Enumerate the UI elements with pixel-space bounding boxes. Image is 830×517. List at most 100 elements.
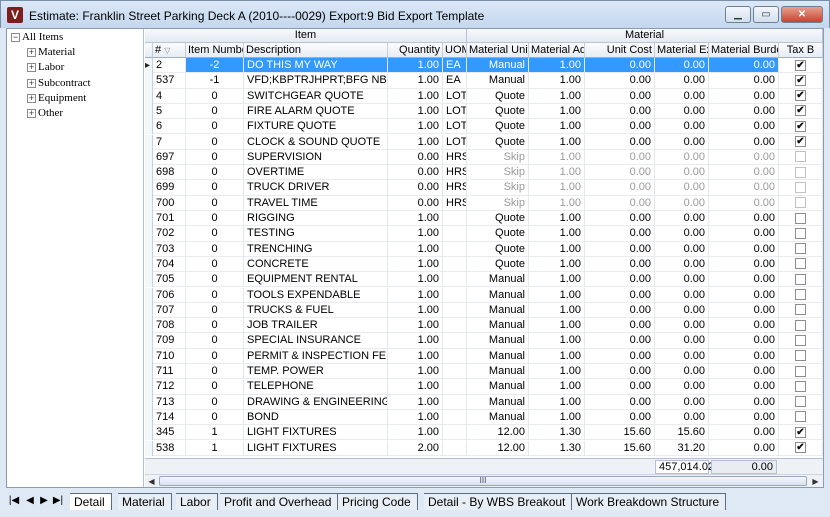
column-header-description[interactable]: Description [244,43,388,58]
cell-material-unit[interactable]: Manual [467,394,529,410]
table-row[interactable]: 709 0 SPECIAL INSURANCE 1.00 Manual 1.00 0.00 0… [145,333,823,349]
cell-uom[interactable] [443,364,467,380]
cell-material-unit[interactable]: Quote [467,211,529,227]
column-header-unit-cost[interactable]: Unit Cost [585,43,655,58]
cell-number[interactable]: 706 [153,287,186,303]
cell-material-ext[interactable]: 0.00 [655,379,709,395]
cell-material-ext[interactable]: 0.00 [655,287,709,303]
cell-material-unit[interactable]: Manual [467,379,529,395]
expand-icon[interactable]: + [27,47,36,57]
cell-description[interactable]: PERMIT & INSPECTION FEES [244,348,388,364]
cell-unit-cost[interactable]: 0.00 [585,333,655,349]
maximize-button[interactable]: ▭ [753,6,779,23]
cell-material-burden[interactable]: 0.00 [709,287,779,303]
cell-quantity[interactable]: 2.00 [388,440,443,456]
cell-item-number[interactable]: 0 [186,119,244,135]
cell-material-adj[interactable]: 1.00 [529,134,585,150]
cell-number[interactable]: 709 [153,333,186,349]
cell-description[interactable]: DO THIS MY WAY [244,58,388,74]
cell-number[interactable]: 4 [153,88,186,104]
cell-number[interactable]: 5 [153,103,186,120]
cell-material-unit[interactable]: Quote [467,241,529,257]
cell-material-adj[interactable]: 1.00 [529,287,585,303]
expand-icon[interactable]: + [27,62,36,72]
cell-uom[interactable]: HRS [443,180,467,196]
cell-material-burden[interactable]: 0.00 [709,103,779,120]
table-row[interactable]: 7 0 CLOCK & SOUND QUOTE 1.00 LOT Quote 1.00 0.0… [145,134,823,150]
table-row[interactable]: 5 0 FIRE ALARM QUOTE 1.00 LOT Quote 1.00 0.00 0.… [145,103,823,120]
cell-description[interactable]: FIXTURE QUOTE [244,119,388,135]
cell-number[interactable]: 707 [153,302,186,319]
cell-uom[interactable]: EA [443,58,467,74]
cell-uom[interactable]: HRS [443,195,467,211]
tab-labor[interactable]: Labor [176,493,218,510]
cell-quantity[interactable]: 0.00 [388,180,443,196]
cell-material-ext[interactable]: 0.00 [655,103,709,120]
cell-material-adj[interactable]: 1.00 [529,348,585,364]
first-tab-icon[interactable]: |◀ [8,494,20,508]
cell-material-burden[interactable]: 0.00 [709,409,779,426]
cell-material-ext[interactable]: 0.00 [655,58,709,74]
cell-material-ext[interactable]: 0.00 [655,241,709,257]
checkbox-unchecked-icon[interactable] [795,289,806,301]
cell-uom[interactable] [443,302,467,319]
cell-material-burden[interactable]: 0.00 [709,364,779,380]
table-row[interactable]: 699 0 TRUCK DRIVER 0.00 HRS Skip 1.00 0.00 0.00 0… [145,180,823,196]
cell-quantity[interactable]: 0.00 [388,149,443,166]
cell-material-ext[interactable]: 0.00 [655,348,709,364]
cell-material-burden[interactable]: 0.00 [709,394,779,410]
cell-unit-cost[interactable]: 0.00 [585,180,655,196]
cell-item-number[interactable]: 0 [186,256,244,273]
column-header-material-ext[interactable]: Material Ext [655,43,709,58]
cell-quantity[interactable]: 1.00 [388,58,443,74]
scroll-thumb[interactable]: III [159,476,807,486]
row-indicator[interactable] [145,333,153,349]
checkbox-checked-icon[interactable]: ✔ [795,59,806,71]
cell-uom[interactable]: LOT [443,103,467,120]
row-indicator[interactable] [145,287,153,303]
row-indicator[interactable] [145,134,153,150]
cell-material-adj[interactable]: 1.00 [529,88,585,104]
table-row[interactable]: 4 0 SWITCHGEAR QUOTE 1.00 LOT Quote 1.00 0.00 0.… [145,88,823,104]
cell-description[interactable]: TRENCHING [244,241,388,257]
scroll-left-icon[interactable]: ◀ [145,475,158,487]
cell-material-adj[interactable]: 1.00 [529,379,585,395]
cell-material-ext[interactable]: 0.00 [655,302,709,319]
cell-quantity[interactable]: 0.00 [388,165,443,181]
cell-material-burden[interactable]: 0.00 [709,180,779,196]
cell-material-burden[interactable]: 0.00 [709,318,779,334]
cell-unit-cost[interactable]: 0.00 [585,119,655,135]
cell-unit-cost[interactable]: 0.00 [585,165,655,181]
row-indicator[interactable] [145,241,153,257]
cell-number[interactable]: 711 [153,364,186,380]
cell-quantity[interactable]: 1.00 [388,119,443,135]
checkbox-checked-icon[interactable]: ✔ [795,120,806,132]
table-row[interactable]: 538 1 LIGHT FIXTURES 2.00 12.00 1.30 15.60 31.2… [145,440,823,456]
cell-uom[interactable]: LOT [443,134,467,150]
cell-unit-cost[interactable]: 0.00 [585,195,655,211]
cell-material-ext[interactable]: 0.00 [655,149,709,166]
row-indicator[interactable] [145,318,153,334]
cell-description[interactable]: CONCRETE [244,256,388,273]
cell-material-burden[interactable]: 0.00 [709,119,779,135]
cell-material-ext[interactable]: 0.00 [655,333,709,349]
cell-material-unit[interactable]: 12.00 [467,440,529,456]
cell-uom[interactable] [443,333,467,349]
cell-material-adj[interactable]: 1.00 [529,394,585,410]
column-header-material-adj[interactable]: Material Adj [529,43,585,58]
cell-uom[interactable] [443,379,467,395]
row-indicator[interactable] [145,364,153,380]
tab-detail[interactable]: Detail [70,493,112,510]
cell-quantity[interactable]: 1.00 [388,333,443,349]
expand-icon[interactable]: + [27,108,36,118]
table-row[interactable]: 711 0 TEMP. POWER 1.00 Manual 1.00 0.00 0.00 0.0… [145,364,823,380]
cell-uom[interactable] [443,287,467,303]
cell-uom[interactable] [443,272,467,288]
cell-item-number[interactable]: 0 [186,394,244,410]
column-header-tax[interactable]: Tax B [779,43,823,58]
cell-description[interactable]: LIGHT FIXTURES [244,425,388,441]
cell-unit-cost[interactable]: 0.00 [585,348,655,364]
cell-unit-cost[interactable]: 0.00 [585,73,655,89]
column-header-uom[interactable]: UOM [443,43,467,58]
cell-number[interactable]: 2 [153,58,186,74]
